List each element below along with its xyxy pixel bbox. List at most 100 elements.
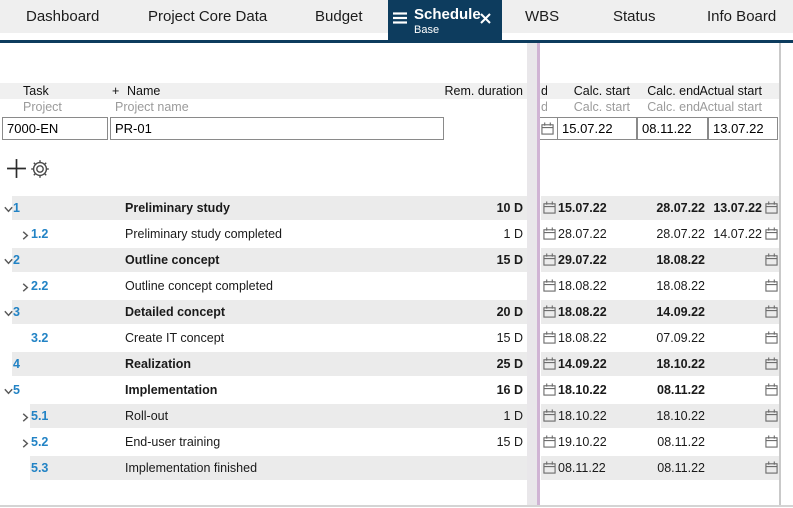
tab-schedule-active[interactable]: Schedule Base xyxy=(388,0,502,40)
calc-end-value: 08.11.22 xyxy=(657,435,705,449)
plus-icon[interactable] xyxy=(6,158,28,180)
task-row[interactable]: 1 Preliminary study 10 D 15.07.22 28.07.22 13… xyxy=(0,195,793,221)
task-row[interactable]: 3.2 Create IT concept 15 D 18.08.22 07.09.22 xyxy=(0,325,793,351)
project-calc-start-field[interactable] xyxy=(557,117,637,140)
tab-schedule-sublabel: Base xyxy=(414,24,440,36)
tab-info-board[interactable]: Info Board xyxy=(707,8,776,25)
task-name: Implementation xyxy=(125,383,218,397)
calendar-icon[interactable] xyxy=(765,357,778,375)
project-name-field[interactable] xyxy=(110,117,444,140)
column-header-name-plus-icon[interactable]: + xyxy=(112,83,119,99)
task-id[interactable]: 5.1 xyxy=(31,403,48,429)
task-id[interactable]: 1 xyxy=(13,195,20,221)
calendar-icon[interactable] xyxy=(765,435,778,453)
task-id[interactable]: 1.2 xyxy=(31,221,48,247)
calendar-icon[interactable] xyxy=(543,227,556,245)
tab-dashboard[interactable]: Dashboard xyxy=(26,8,99,25)
task-name: Preliminary study xyxy=(125,201,230,215)
calendar-icon[interactable] xyxy=(765,253,778,271)
close-icon[interactable] xyxy=(480,11,491,29)
project-actual-start-field[interactable] xyxy=(708,117,778,140)
task-row[interactable]: 1.2 Preliminary study completed 1 D 28.07.2… xyxy=(0,221,793,247)
task-row[interactable]: 5.3 Implementation finished 08.11.22 08.11.… xyxy=(0,455,793,481)
tab-wbs[interactable]: WBS xyxy=(525,8,559,25)
calendar-icon[interactable] xyxy=(765,305,778,323)
column-header-clipped: d xyxy=(541,84,547,98)
task-id[interactable]: 3 xyxy=(13,299,20,325)
calendar-icon[interactable] xyxy=(543,331,556,349)
task-id[interactable]: 2.2 xyxy=(31,273,48,299)
calendar-icon[interactable] xyxy=(543,435,556,453)
calendar-icon[interactable] xyxy=(537,117,558,140)
calc-start-value: 18.08.22 xyxy=(558,331,607,345)
task-row[interactable]: 4 Realization 25 D 14.09.22 18.10.22 xyxy=(0,351,793,377)
calendar-icon[interactable] xyxy=(543,357,556,375)
pane-splitter[interactable] xyxy=(527,43,537,505)
task-row[interactable]: 2 Outline concept 15 D 29.07.22 18.08.22 xyxy=(0,247,793,273)
task-row[interactable]: 5 Implementation 16 D 18.10.22 08.11.22 xyxy=(0,377,793,403)
pane-splitter-line[interactable] xyxy=(537,43,540,505)
task-name: End-user training xyxy=(125,435,221,449)
task-id[interactable]: 5.3 xyxy=(31,455,48,481)
task-rem-duration: 15 D xyxy=(496,331,523,345)
calc-end-value: 18.08.22 xyxy=(656,253,705,267)
field-caption-calc-start: Calc. start xyxy=(573,100,630,114)
bottom-border xyxy=(0,505,793,507)
task-name: Outline concept xyxy=(125,253,220,267)
menu-icon[interactable] xyxy=(392,11,408,30)
chevron-right-icon[interactable] xyxy=(20,410,31,428)
task-rem-duration: 15 D xyxy=(496,435,523,449)
calendar-icon[interactable] xyxy=(765,331,778,349)
task-id[interactable]: 3.2 xyxy=(31,325,48,351)
calendar-icon[interactable] xyxy=(765,409,778,427)
column-header-name[interactable]: Name xyxy=(127,83,160,99)
tab-project-core-data[interactable]: Project Core Data xyxy=(148,8,267,25)
task-name: Detailed concept xyxy=(125,305,226,319)
calendar-icon[interactable] xyxy=(765,383,778,401)
task-name: Create IT concept xyxy=(125,331,225,345)
task-row[interactable]: 2.2 Outline concept completed 18.08.22 18.0… xyxy=(0,273,793,299)
chevron-right-icon[interactable] xyxy=(20,280,31,298)
task-row[interactable]: 5.2 End-user training 15 D 19.10.22 08.11.22 xyxy=(0,429,793,455)
tab-status[interactable]: Status xyxy=(613,8,656,25)
calc-end-value: 14.09.22 xyxy=(656,305,705,319)
task-rem-duration: 10 D xyxy=(496,201,523,215)
column-header-rem-duration[interactable]: Rem. duration xyxy=(420,83,523,99)
actual-start-value: 14.07.22 xyxy=(713,227,762,241)
calendar-icon[interactable] xyxy=(543,305,556,323)
task-id[interactable]: 5 xyxy=(13,377,20,403)
calendar-icon[interactable] xyxy=(543,383,556,401)
column-header-actual-start[interactable]: Actual start xyxy=(692,83,762,99)
task-name: Implementation finished xyxy=(125,461,258,475)
calc-end-value: 18.10.22 xyxy=(656,357,705,371)
calendar-icon[interactable] xyxy=(765,461,778,479)
calendar-icon[interactable] xyxy=(543,409,556,427)
calendar-icon[interactable] xyxy=(543,253,556,271)
calendar-icon[interactable] xyxy=(543,461,556,479)
task-id[interactable]: 4 xyxy=(13,351,20,377)
project-id-field[interactable] xyxy=(2,117,108,140)
calendar-icon[interactable] xyxy=(543,279,556,297)
calc-end-value: 08.11.22 xyxy=(657,383,705,397)
calc-start-value: 29.07.22 xyxy=(558,253,607,267)
task-id[interactable]: 2 xyxy=(13,247,20,273)
gear-icon[interactable] xyxy=(30,159,51,180)
task-row[interactable]: 5.1 Roll-out 1 D 18.10.22 18.10.22 xyxy=(0,403,793,429)
calc-start-value: 18.10.22 xyxy=(558,409,607,423)
calendar-icon[interactable] xyxy=(543,201,556,219)
task-table-body: 1 Preliminary study 10 D 15.07.22 28.07.22 13… xyxy=(0,195,793,481)
calendar-icon[interactable] xyxy=(765,201,778,219)
tab-budget[interactable]: Budget xyxy=(315,8,363,25)
task-row[interactable]: 3 Detailed concept 20 D 18.08.22 14.09.22 xyxy=(0,299,793,325)
project-calc-end-field[interactable] xyxy=(637,117,708,140)
chevron-right-icon[interactable] xyxy=(20,228,31,246)
calendar-icon[interactable] xyxy=(765,227,778,245)
calendar-icon[interactable] xyxy=(765,279,778,297)
chevron-right-icon[interactable] xyxy=(20,436,31,454)
task-id[interactable]: 5.2 xyxy=(31,429,48,455)
task-name: Outline concept completed xyxy=(125,279,274,293)
column-header-task[interactable]: Task xyxy=(23,83,49,99)
column-header-calc-end[interactable]: Calc. end xyxy=(632,83,700,99)
column-header-calc-start[interactable]: Calc. start xyxy=(560,83,630,99)
calc-end-value: 18.08.22 xyxy=(656,279,705,293)
